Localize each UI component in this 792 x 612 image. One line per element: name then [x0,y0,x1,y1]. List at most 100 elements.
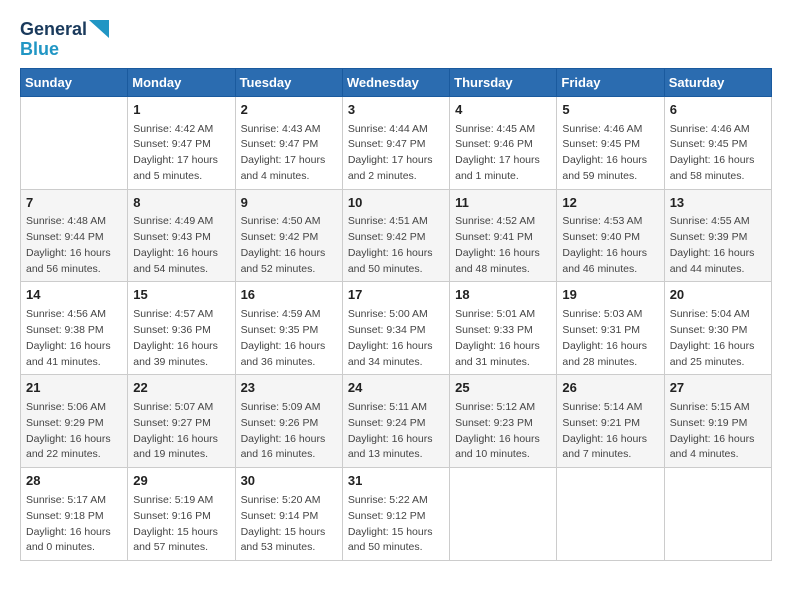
day-info: Sunrise: 5:14 AMSunset: 9:21 PMDaylight:… [562,400,658,463]
calendar-cell: 23 Sunrise: 5:09 AMSunset: 9:26 PMDayligh… [235,375,342,468]
day-info: Sunrise: 5:07 AMSunset: 9:27 PMDaylight:… [133,400,229,463]
day-number: 17 [348,286,444,305]
day-number: 4 [455,101,551,120]
day-number: 9 [241,194,337,213]
day-info: Sunrise: 4:48 AMSunset: 9:44 PMDaylight:… [26,214,122,277]
calendar-cell: 6 Sunrise: 4:46 AMSunset: 9:45 PMDaylight… [664,96,771,189]
day-number: 2 [241,101,337,120]
header-thursday: Thursday [450,68,557,96]
calendar-cell: 18 Sunrise: 5:01 AMSunset: 9:33 PMDayligh… [450,282,557,375]
header-row: SundayMondayTuesdayWednesdayThursdayFrid… [21,68,772,96]
calendar-cell [450,468,557,561]
day-number: 6 [670,101,766,120]
calendar-cell: 21Sunrise: 5:06 AMSunset: 9:29 PMDayligh… [21,375,128,468]
day-info: Sunrise: 5:09 AMSunset: 9:26 PMDaylight:… [241,400,337,463]
day-info: Sunrise: 4:56 AMSunset: 9:38 PMDaylight:… [26,307,122,370]
calendar-cell: 4 Sunrise: 4:45 AMSunset: 9:46 PMDaylight… [450,96,557,189]
day-number: 10 [348,194,444,213]
day-info: Sunrise: 5:01 AMSunset: 9:33 PMDaylight:… [455,307,551,370]
calendar-cell: 2 Sunrise: 4:43 AMSunset: 9:47 PMDaylight… [235,96,342,189]
day-number: 11 [455,194,551,213]
day-info: Sunrise: 5:19 AMSunset: 9:16 PMDaylight:… [133,493,229,556]
day-number: 22 [133,379,229,398]
calendar-cell: 1 Sunrise: 4:42 AMSunset: 9:47 PMDaylight… [128,96,235,189]
calendar-cell: 16 Sunrise: 4:59 AMSunset: 9:35 PMDayligh… [235,282,342,375]
calendar-cell: 24Sunrise: 5:11 AMSunset: 9:24 PMDayligh… [342,375,449,468]
day-number: 23 [241,379,337,398]
calendar-cell: 5 Sunrise: 4:46 AMSunset: 9:45 PMDaylight… [557,96,664,189]
week-row-5: 28Sunrise: 5:17 AMSunset: 9:18 PMDayligh… [21,468,772,561]
calendar-cell: 3 Sunrise: 4:44 AMSunset: 9:47 PMDaylight… [342,96,449,189]
day-number: 3 [348,101,444,120]
day-info: Sunrise: 4:52 AMSunset: 9:41 PMDaylight:… [455,214,551,277]
day-info: Sunrise: 4:49 AMSunset: 9:43 PMDaylight:… [133,214,229,277]
header-sunday: Sunday [21,68,128,96]
calendar-cell: 28Sunrise: 5:17 AMSunset: 9:18 PMDayligh… [21,468,128,561]
day-info: Sunrise: 4:53 AMSunset: 9:40 PMDaylight:… [562,214,658,277]
calendar-cell: 10Sunrise: 4:51 AMSunset: 9:42 PMDayligh… [342,189,449,282]
week-row-1: 1 Sunrise: 4:42 AMSunset: 9:47 PMDaylight… [21,96,772,189]
day-info: Sunrise: 5:11 AMSunset: 9:24 PMDaylight:… [348,400,444,463]
calendar-cell: 8Sunrise: 4:49 AMSunset: 9:43 PMDaylight… [128,189,235,282]
day-number: 27 [670,379,766,398]
logo: General Blue [20,20,109,60]
calendar-table: SundayMondayTuesdayWednesdayThursdayFrid… [20,68,772,561]
calendar-cell [557,468,664,561]
day-info: Sunrise: 5:03 AMSunset: 9:31 PMDaylight:… [562,307,658,370]
day-number: 16 [241,286,337,305]
day-info: Sunrise: 5:06 AMSunset: 9:29 PMDaylight:… [26,400,122,463]
day-number: 12 [562,194,658,213]
day-number: 19 [562,286,658,305]
logo-arrow-icon [89,20,109,40]
calendar-cell: 17Sunrise: 5:00 AMSunset: 9:34 PMDayligh… [342,282,449,375]
calendar-cell: 31Sunrise: 5:22 AMSunset: 9:12 PMDayligh… [342,468,449,561]
day-info: Sunrise: 4:57 AMSunset: 9:36 PMDaylight:… [133,307,229,370]
day-info: Sunrise: 4:42 AMSunset: 9:47 PMDaylight:… [133,122,229,185]
calendar-cell: 7Sunrise: 4:48 AMSunset: 9:44 PMDaylight… [21,189,128,282]
calendar-cell: 11Sunrise: 4:52 AMSunset: 9:41 PMDayligh… [450,189,557,282]
day-info: Sunrise: 5:04 AMSunset: 9:30 PMDaylight:… [670,307,766,370]
header-monday: Monday [128,68,235,96]
day-info: Sunrise: 5:12 AMSunset: 9:23 PMDaylight:… [455,400,551,463]
calendar-cell: 14Sunrise: 4:56 AMSunset: 9:38 PMDayligh… [21,282,128,375]
header-tuesday: Tuesday [235,68,342,96]
day-number: 25 [455,379,551,398]
day-info: Sunrise: 4:55 AMSunset: 9:39 PMDaylight:… [670,214,766,277]
header-wednesday: Wednesday [342,68,449,96]
calendar-cell: 30 Sunrise: 5:20 AMSunset: 9:14 PMDayligh… [235,468,342,561]
day-number: 26 [562,379,658,398]
day-info: Sunrise: 5:22 AMSunset: 9:12 PMDaylight:… [348,493,444,556]
day-number: 20 [670,286,766,305]
day-info: Sunrise: 4:46 AMSunset: 9:45 PMDaylight:… [670,122,766,185]
day-info: Sunrise: 4:45 AMSunset: 9:46 PMDaylight:… [455,122,551,185]
calendar-cell: 29 Sunrise: 5:19 AMSunset: 9:16 PMDayligh… [128,468,235,561]
day-number: 30 [241,472,337,491]
header: General Blue [20,20,772,60]
header-saturday: Saturday [664,68,771,96]
day-number: 1 [133,101,229,120]
header-friday: Friday [557,68,664,96]
calendar-cell: 26 Sunrise: 5:14 AMSunset: 9:21 PMDayligh… [557,375,664,468]
day-info: Sunrise: 5:17 AMSunset: 9:18 PMDaylight:… [26,493,122,556]
day-number: 8 [133,194,229,213]
day-number: 5 [562,101,658,120]
calendar-cell [664,468,771,561]
day-info: Sunrise: 4:44 AMSunset: 9:47 PMDaylight:… [348,122,444,185]
calendar-cell: 22 Sunrise: 5:07 AMSunset: 9:27 PMDayligh… [128,375,235,468]
logo-text-blue: Blue [20,40,59,60]
calendar-cell: 12Sunrise: 4:53 AMSunset: 9:40 PMDayligh… [557,189,664,282]
day-info: Sunrise: 4:43 AMSunset: 9:47 PMDaylight:… [241,122,337,185]
day-info: Sunrise: 5:20 AMSunset: 9:14 PMDaylight:… [241,493,337,556]
day-info: Sunrise: 4:59 AMSunset: 9:35 PMDaylight:… [241,307,337,370]
day-info: Sunrise: 4:50 AMSunset: 9:42 PMDaylight:… [241,214,337,277]
day-info: Sunrise: 4:46 AMSunset: 9:45 PMDaylight:… [562,122,658,185]
day-number: 7 [26,194,122,213]
day-number: 29 [133,472,229,491]
day-number: 15 [133,286,229,305]
day-number: 13 [670,194,766,213]
day-info: Sunrise: 4:51 AMSunset: 9:42 PMDaylight:… [348,214,444,277]
week-row-3: 14Sunrise: 4:56 AMSunset: 9:38 PMDayligh… [21,282,772,375]
day-number: 18 [455,286,551,305]
calendar-cell: 13Sunrise: 4:55 AMSunset: 9:39 PMDayligh… [664,189,771,282]
week-row-2: 7Sunrise: 4:48 AMSunset: 9:44 PMDaylight… [21,189,772,282]
